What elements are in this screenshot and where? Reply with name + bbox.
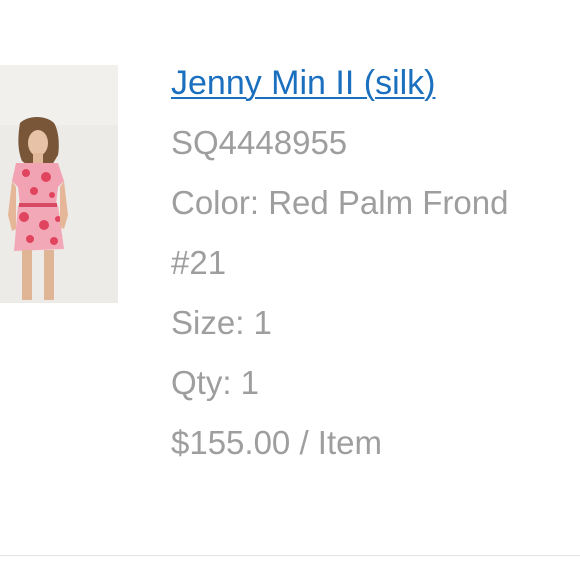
product-size: Size: 1 [171, 304, 272, 341]
product-color: Color: Red Palm Frond [171, 184, 509, 221]
product-sku: SQ4448955 [171, 124, 348, 161]
bottom-divider [0, 555, 580, 556]
product-details: Jenny Min II (silk) SQ4448955 Color: Red… [171, 60, 580, 462]
product-color-number: #21 [171, 244, 227, 281]
product-quantity: Qty: 1 [171, 364, 260, 401]
product-photo-image [0, 65, 118, 303]
product-title-link[interactable]: Jenny Min II (silk) [171, 60, 580, 106]
order-item-card: Jenny Min II (silk) SQ4448955 Color: Red… [0, 0, 580, 580]
product-price: $155.00 / Item [171, 424, 382, 461]
product-thumbnail[interactable] [0, 65, 118, 303]
